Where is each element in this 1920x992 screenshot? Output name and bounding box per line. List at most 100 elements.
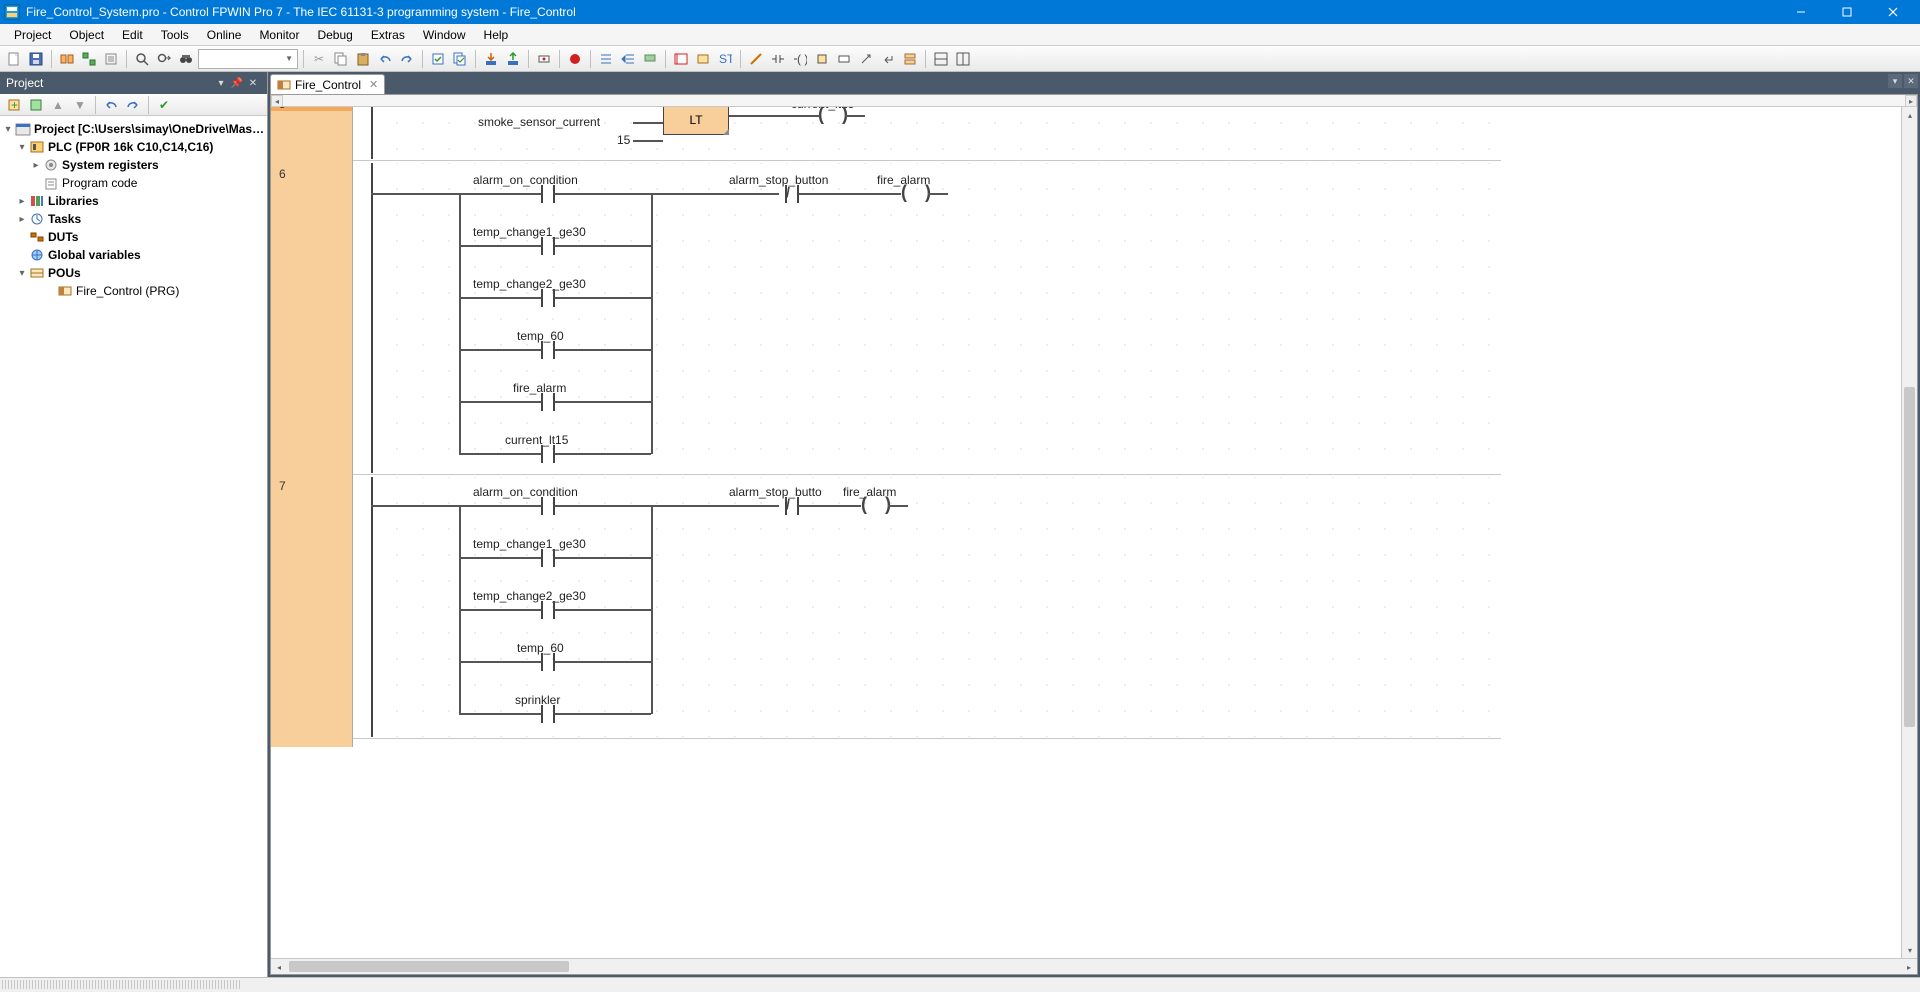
project-panel-toolbar: + ▲ ▼ ✔ (0, 94, 267, 116)
ruler-left-icon[interactable]: ◂ (271, 95, 283, 107)
maximize-button[interactable] (1824, 0, 1870, 24)
vscroll-up-icon[interactable]: ▴ (1902, 107, 1918, 123)
tb-st-icon[interactable]: ST (715, 49, 735, 69)
tree-pous[interactable]: ▾POUs (2, 264, 265, 282)
ruler-right-icon[interactable]: ▸ (1905, 95, 1917, 107)
vscroll-down-icon[interactable]: ▾ (1902, 942, 1918, 958)
pt-new-dut-icon[interactable] (26, 95, 46, 115)
tb-hsplit-icon[interactable] (931, 49, 951, 69)
tree-globals[interactable]: Global variables (2, 246, 265, 264)
h-ruler[interactable]: ◂ ▸ (271, 95, 1917, 107)
menu-project[interactable]: Project (6, 26, 59, 44)
menu-tools[interactable]: Tools (153, 26, 197, 44)
ladder-networks[interactable]: current_lt15 () smoke_sensor_current LT … (353, 107, 1501, 747)
panel-close-icon[interactable]: ✕ (245, 75, 261, 91)
tb-comment-icon[interactable] (640, 49, 660, 69)
tb-vsplit-icon[interactable] (953, 49, 973, 69)
tb-jump-icon[interactable] (856, 49, 876, 69)
minimize-button[interactable] (1778, 0, 1824, 24)
tb-download-icon[interactable] (481, 49, 501, 69)
tb-online-icon[interactable] (534, 49, 554, 69)
pt-check-icon[interactable]: ✔ (154, 95, 174, 115)
net7-contact3-label: temp_change2_ge30 (473, 589, 586, 603)
pt-down-icon[interactable]: ▼ (70, 95, 90, 115)
menu-extras[interactable]: Extras (363, 26, 413, 44)
tree-sysreg[interactable]: ▸System registers (2, 156, 265, 174)
menu-window[interactable]: Window (415, 26, 474, 44)
tree-duts[interactable]: DUTs (2, 228, 265, 246)
pt-new-pou-icon[interactable]: + (4, 95, 24, 115)
net7-contact1-label: alarm_on_condition (473, 485, 578, 499)
panel-menu-icon[interactable]: ▾ (213, 75, 229, 91)
tb-redo-icon[interactable] (397, 49, 417, 69)
pt-undo-icon[interactable] (101, 95, 121, 115)
hscroll-right-icon[interactable]: ▸ (1901, 959, 1917, 975)
tb-edit1-icon[interactable] (746, 49, 766, 69)
tb-upload-icon[interactable] (503, 49, 523, 69)
tb-copy-icon[interactable] (331, 49, 351, 69)
pt-redo-icon[interactable] (123, 95, 143, 115)
tb-save-icon[interactable] (26, 49, 46, 69)
tb-indent-icon[interactable] (618, 49, 638, 69)
tab-close-icon[interactable]: ✕ (369, 78, 378, 91)
panel-pin-icon[interactable]: 📌 (229, 75, 245, 91)
menu-bar: Project Object Edit Tools Online Monitor… (0, 24, 1920, 46)
net5-coil[interactable]: () (818, 107, 848, 125)
menu-object[interactable]: Object (61, 26, 112, 44)
net6-coil[interactable]: () (901, 185, 931, 203)
tree-tasks[interactable]: ▸Tasks (2, 210, 265, 228)
tb-find-combo[interactable]: ▼ (198, 49, 298, 69)
tabstrip-close-icon[interactable]: ✕ (1904, 74, 1918, 88)
menu-monitor[interactable]: Monitor (251, 26, 307, 44)
tree-libraries[interactable]: ▸Libraries (2, 192, 265, 210)
menu-debug[interactable]: Debug (309, 26, 360, 44)
editor-vscroll[interactable]: ▴ ▾ (1901, 107, 1917, 958)
tb-compileall-icon[interactable] (450, 49, 470, 69)
tree-progcode[interactable]: Program code (2, 174, 265, 192)
tb-new-icon[interactable] (4, 49, 24, 69)
tabstrip-menu-icon[interactable]: ▾ (1888, 74, 1902, 88)
tb-paste-icon[interactable] (353, 49, 373, 69)
tb-debug-icon[interactable] (565, 49, 585, 69)
project-icon (14, 122, 32, 136)
tb-cut-icon[interactable]: ✂ (309, 49, 329, 69)
net5-lt-block[interactable]: LT (663, 107, 729, 135)
editor-hscroll[interactable]: ◂ ▸ (271, 958, 1917, 974)
tb-obj2-icon[interactable] (79, 49, 99, 69)
menu-online[interactable]: Online (199, 26, 250, 44)
net7-coil[interactable]: () (861, 497, 891, 515)
tb-network-icon[interactable] (900, 49, 920, 69)
hscroll-left-icon[interactable]: ◂ (271, 959, 287, 975)
tb-ld-icon[interactable] (671, 49, 691, 69)
close-button[interactable] (1870, 0, 1916, 24)
tb-findnext-icon[interactable] (154, 49, 174, 69)
tb-block-icon[interactable] (812, 49, 832, 69)
tb-coil-icon[interactable]: ( ) (790, 49, 810, 69)
project-tree[interactable]: ▾Project [C:\Users\simay\OneDrive\Mas… ▾… (0, 116, 267, 977)
project-panel-header[interactable]: Project ▾ 📌 ✕ (0, 72, 267, 94)
pt-up-icon[interactable]: ▲ (48, 95, 68, 115)
tab-fire-control[interactable]: Fire_Control ✕ (270, 74, 385, 94)
tb-outdent-icon[interactable] (596, 49, 616, 69)
menu-edit[interactable]: Edit (114, 26, 151, 44)
title-bar: Fire_Control_System.pro - Control FPWIN … (0, 0, 1920, 24)
tb-find-icon[interactable] (132, 49, 152, 69)
tree-root[interactable]: ▾Project [C:\Users\simay\OneDrive\Mas… (2, 120, 265, 138)
tb-obj3-icon[interactable] (101, 49, 121, 69)
tb-undo-icon[interactable] (375, 49, 395, 69)
tb-compile-icon[interactable] (428, 49, 448, 69)
vscroll-thumb[interactable] (1904, 387, 1915, 727)
tb-var-icon[interactable] (834, 49, 854, 69)
hscroll-thumb[interactable] (289, 961, 569, 972)
network-gutter[interactable]: 5 6 7 (271, 107, 353, 747)
tb-return-icon[interactable] (878, 49, 898, 69)
tb-contact-icon[interactable] (768, 49, 788, 69)
svg-text:( ): ( ) (797, 52, 807, 66)
tree-plc[interactable]: ▾PLC (FP0R 16k C10,C14,C16) (2, 138, 265, 156)
menu-help[interactable]: Help (476, 26, 517, 44)
tb-binoculars-icon[interactable] (176, 49, 196, 69)
tree-fire-control[interactable]: Fire_Control (PRG) (2, 282, 265, 300)
tb-fbd-icon[interactable] (693, 49, 713, 69)
tb-obj1-icon[interactable] (57, 49, 77, 69)
tab-label: Fire_Control (295, 78, 361, 92)
